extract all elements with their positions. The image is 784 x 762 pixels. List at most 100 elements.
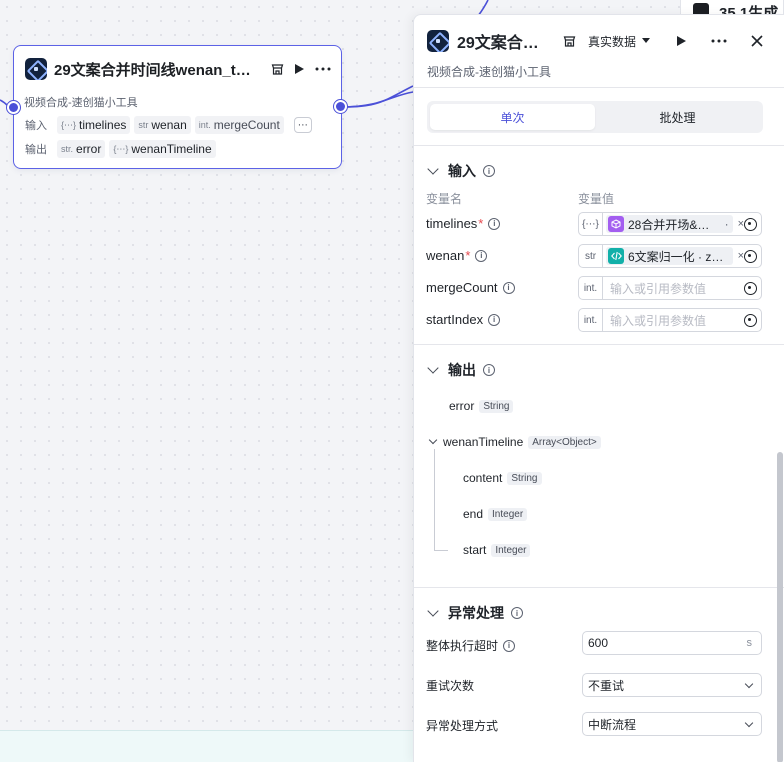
retry-label-row: 重试次数 (426, 677, 474, 694)
param-row-wenan: wenan * i (426, 248, 488, 263)
cube-icon (608, 216, 624, 232)
variable-reference-chip[interactable]: 28合并开场&… · (606, 215, 733, 233)
field-label: 重试次数 (426, 679, 475, 693)
panel-scrollbar[interactable] (777, 452, 783, 762)
handling-value: 中断流程 (588, 717, 637, 732)
chevron-down-icon (427, 605, 439, 617)
node-title: 29文案合并时间线wenan_ti… (54, 61, 254, 79)
info-icon[interactable]: i (483, 165, 495, 177)
tab-batch[interactable]: 批处理 (595, 104, 760, 130)
exception-section-header[interactable]: 异常处理 i (427, 603, 523, 623)
data-mode-select[interactable]: 真实数据 (588, 33, 636, 50)
type-tag: {⋯} (61, 119, 77, 130)
startindex-input[interactable]: int. 输入或引用参数值 (578, 308, 762, 332)
type-tag: {⋯} (113, 143, 129, 154)
reference-variable-icon[interactable] (744, 313, 757, 327)
retry-select[interactable]: 不重试 (582, 673, 762, 697)
type-tag: int. (579, 309, 603, 331)
timeout-value: 600 (588, 636, 609, 650)
info-icon[interactable]: i (488, 217, 501, 230)
param-row-mergecount: mergeCount i (426, 280, 515, 295)
panel-title: 29文案合… (457, 35, 539, 52)
timelines-value-field[interactable]: {⋯} 28合并开场&… · × (578, 212, 762, 236)
required-mark: * (465, 248, 471, 263)
node-output-row: 输出 str. error {⋯} wenanTimeline (25, 140, 216, 158)
info-icon[interactable]: i (503, 639, 516, 652)
param-name: timelines (426, 216, 478, 231)
mergecount-input[interactable]: int. 输入或引用参数值 (578, 276, 762, 300)
info-icon[interactable]: i (475, 249, 488, 262)
placeholder-text: 输入或引用参数值 (610, 313, 707, 328)
output-section-header[interactable]: 输出 i (427, 360, 495, 380)
output-name: start (463, 543, 487, 557)
divider (414, 145, 784, 146)
reference-suffix: · (724, 217, 729, 231)
more-icon[interactable] (315, 67, 331, 71)
output-child-end: end Integer (463, 507, 528, 521)
param-name: mergeCount (426, 280, 498, 295)
param-name: wenan (151, 118, 187, 132)
param-row-timelines: timelines * i (426, 216, 501, 231)
reference-text: 6文案归一化 · z… (628, 249, 724, 264)
chevron-down-icon[interactable] (428, 435, 438, 445)
plugin-logo-icon (25, 58, 47, 80)
param-name: timelines (79, 118, 127, 132)
type-tag: str (138, 120, 149, 130)
type-badge: Array<Object> (528, 435, 601, 449)
output-param-chip: {⋯} wenanTimeline (109, 140, 216, 158)
output-name: end (463, 507, 484, 521)
more-icon[interactable] (711, 39, 727, 43)
input-param-chip: str wenan (134, 116, 191, 134)
reference-variable-icon[interactable] (744, 281, 757, 295)
store-icon[interactable] (271, 63, 284, 76)
code-icon (608, 248, 624, 264)
output-name: content (463, 471, 503, 485)
section-title: 输入 (448, 163, 476, 179)
section-title: 输出 (448, 362, 476, 378)
param-name: wenanTimeline (131, 142, 212, 156)
field-label: 整体执行超时 (426, 639, 499, 653)
type-tag: {⋯} (579, 213, 603, 235)
tab-single[interactable]: 单次 (430, 104, 595, 130)
section-title: 异常处理 (448, 605, 504, 621)
tree-connector (434, 550, 448, 551)
output-item-wenantimeline[interactable]: wenanTimeline Array<Object> (428, 435, 601, 449)
input-port-handle[interactable] (7, 101, 20, 114)
output-child-start: start Integer (463, 543, 531, 557)
chevron-down-icon (427, 163, 439, 175)
input-param-chip: {⋯} timelines (57, 116, 131, 134)
retry-value: 不重试 (588, 678, 625, 693)
run-icon[interactable] (294, 63, 305, 75)
store-icon[interactable] (563, 35, 576, 48)
output-item-error: error String (449, 399, 514, 413)
wenan-value-field[interactable]: str 6文案归一化 · z… × (578, 244, 762, 268)
info-icon[interactable]: i (511, 607, 523, 619)
column-header-value: 变量值 (578, 192, 615, 206)
run-icon[interactable] (676, 35, 687, 47)
timeout-input[interactable]: 600 s (582, 631, 762, 655)
input-section-header[interactable]: 输入 i (427, 161, 495, 181)
field-label: 异常处理方式 (426, 719, 499, 733)
output-child-content: content String (463, 471, 542, 485)
variable-reference-chip[interactable]: 6文案归一化 · z… (606, 247, 733, 265)
divider (414, 87, 784, 88)
info-icon[interactable]: i (488, 313, 501, 326)
type-tag: str (579, 245, 603, 267)
param-name: mergeCount (213, 118, 280, 132)
output-label: 输出 (25, 144, 47, 156)
divider (414, 344, 784, 345)
required-mark: * (478, 216, 484, 231)
info-icon[interactable]: i (502, 281, 515, 294)
workflow-node-card[interactable]: 29文案合并时间线wenan_ti… 视频合成-速创猫小工具 输入 {⋯} tim… (13, 45, 342, 169)
panel-subtitle: 视频合成-速创猫小工具 (427, 65, 551, 79)
caret-down-icon[interactable] (642, 38, 651, 44)
output-name: wenanTimeline (443, 435, 524, 449)
more-params-button[interactable]: ⋯ (293, 117, 312, 133)
reference-variable-icon[interactable] (744, 217, 757, 231)
output-port-handle[interactable] (334, 100, 347, 113)
info-icon[interactable]: i (483, 364, 495, 376)
handling-select[interactable]: 中断流程 (582, 712, 762, 736)
reference-variable-icon[interactable] (744, 249, 757, 263)
chevron-down-icon (427, 362, 439, 374)
close-icon[interactable] (751, 35, 763, 47)
